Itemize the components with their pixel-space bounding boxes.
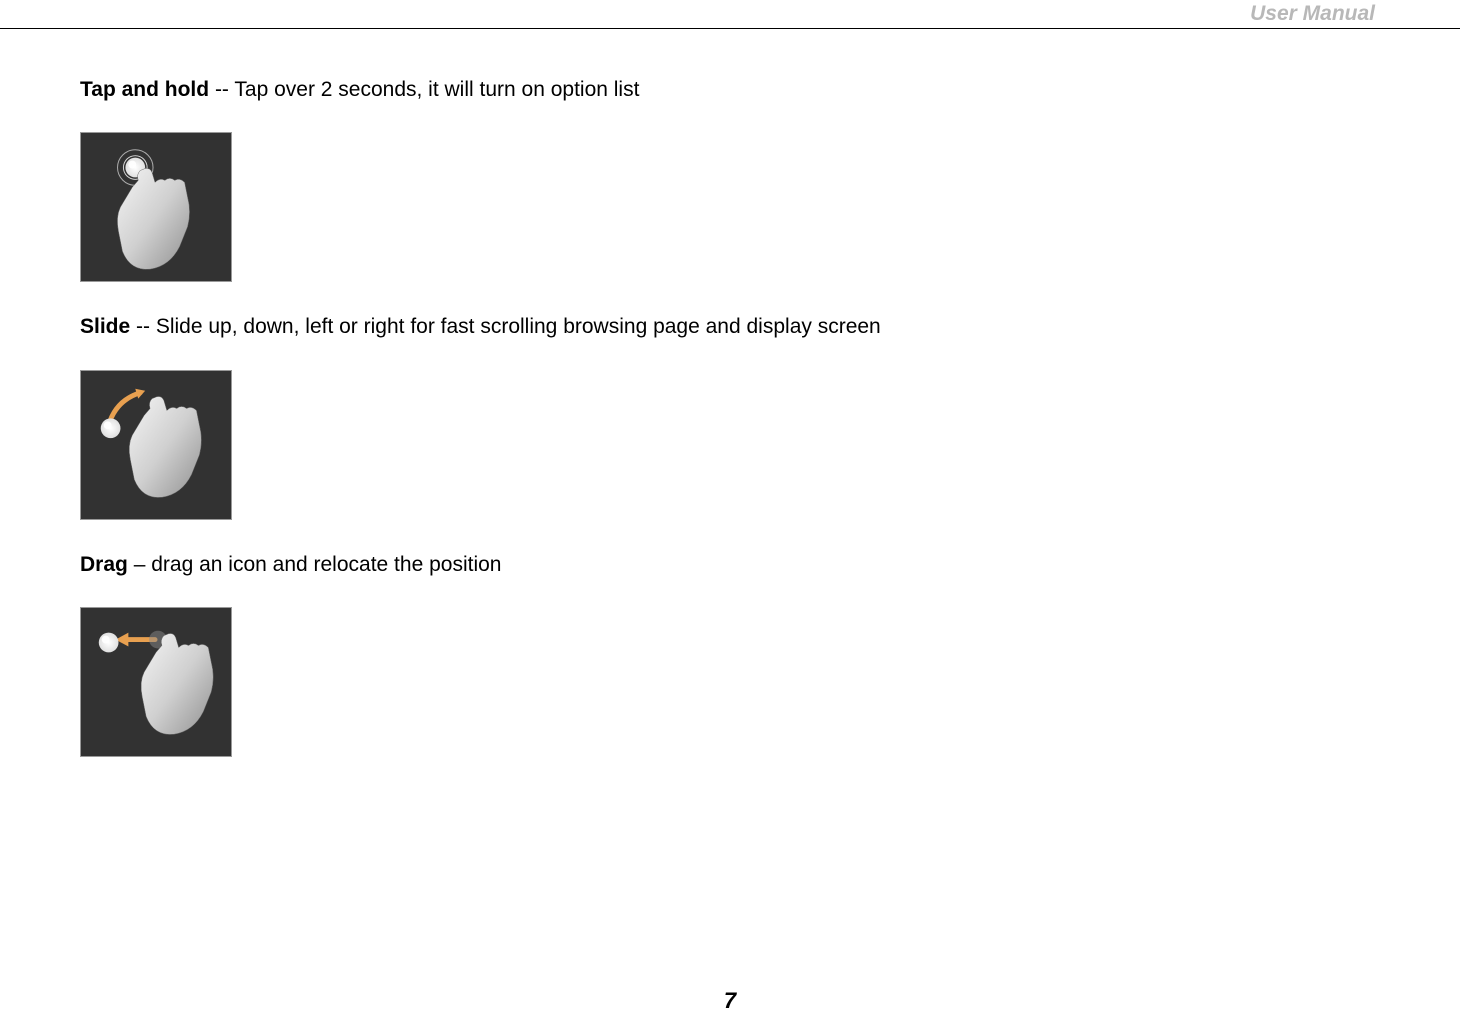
- gesture-tap-hold-text: Tap and hold -- Tap over 2 seconds, it w…: [80, 75, 1380, 104]
- gesture-drag-section: Drag – drag an icon and relocate the pos…: [80, 550, 1380, 757]
- header-divider: [0, 28, 1460, 29]
- gesture-tap-hold-image: [80, 132, 232, 282]
- gesture-tap-hold-separator: --: [209, 78, 234, 101]
- drag-icon: [81, 608, 231, 756]
- gesture-slide-separator: --: [130, 315, 156, 338]
- gesture-slide-label: Slide: [80, 315, 130, 338]
- gesture-tap-hold-section: Tap and hold -- Tap over 2 seconds, it w…: [80, 75, 1380, 282]
- page-content: Tap and hold -- Tap over 2 seconds, it w…: [80, 0, 1380, 757]
- header-title: User Manual: [1250, 2, 1375, 26]
- gesture-drag-label: Drag: [80, 553, 128, 576]
- gesture-slide-text: Slide -- Slide up, down, left or right f…: [80, 312, 1380, 341]
- gesture-slide-section: Slide -- Slide up, down, left or right f…: [80, 312, 1380, 519]
- gesture-drag-description: drag an icon and relocate the position: [151, 553, 501, 576]
- gesture-drag-separator: –: [128, 553, 151, 576]
- gesture-drag-image: [80, 607, 232, 757]
- gesture-slide-image: [80, 370, 232, 520]
- gesture-slide-description: Slide up, down, left or right for fast s…: [156, 315, 881, 338]
- gesture-tap-hold-label: Tap and hold: [80, 78, 209, 101]
- gesture-drag-text: Drag – drag an icon and relocate the pos…: [80, 550, 1380, 579]
- page-number: 7: [724, 988, 736, 1014]
- slide-icon: [81, 371, 231, 519]
- tap-hold-icon: [81, 133, 231, 281]
- gesture-tap-hold-description: Tap over 2 seconds, it will turn on opti…: [234, 78, 639, 101]
